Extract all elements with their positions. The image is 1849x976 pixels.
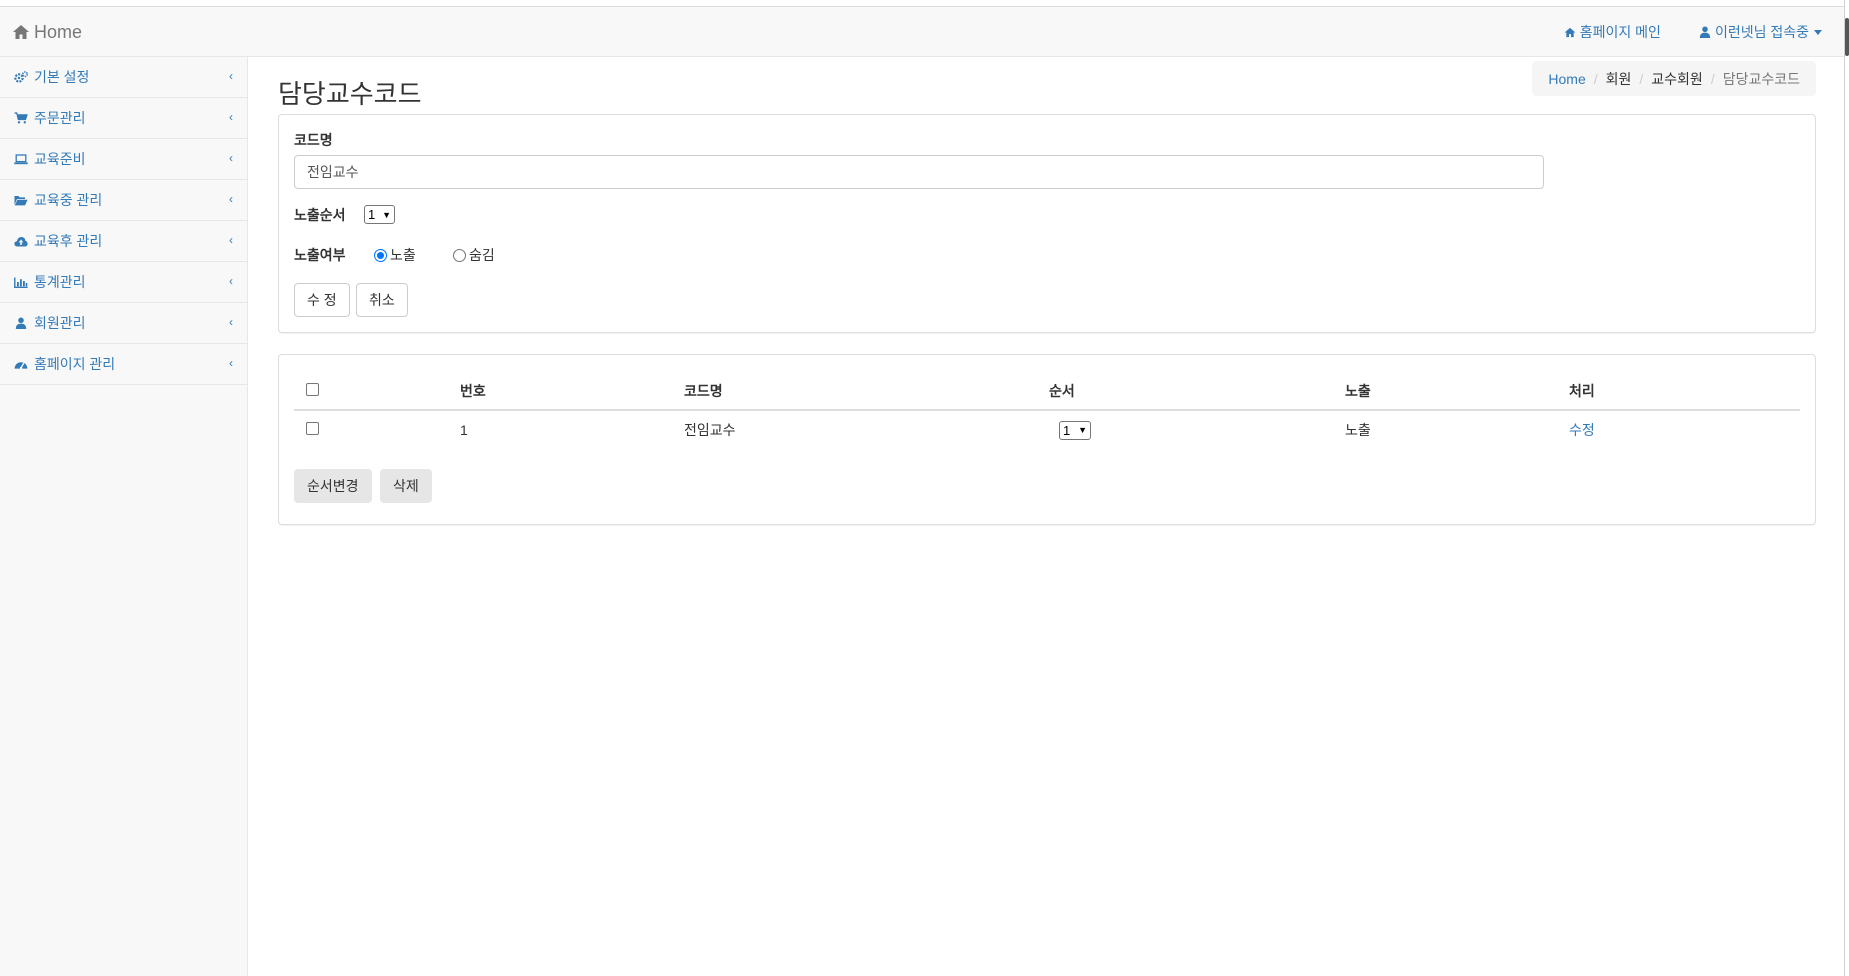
row-visible: 노출 bbox=[1345, 422, 1371, 438]
sidebar-item-label: 교육중 관리 bbox=[34, 192, 103, 208]
row-select-cell bbox=[294, 410, 460, 449]
header-code-name: 코드명 bbox=[684, 373, 1049, 411]
sidebar-item-after-education[interactable]: 교육후 관리 ‹ bbox=[0, 221, 247, 262]
sidebar-item-member-management[interactable]: 회원관리 ‹ bbox=[0, 303, 247, 344]
sidebar-item-basic-settings[interactable]: 기본 설정 ‹ bbox=[0, 57, 247, 98]
header-order: 순서 bbox=[1049, 373, 1345, 411]
gears-icon bbox=[14, 70, 28, 84]
sidebar-item-label: 주문관리 bbox=[34, 110, 86, 126]
visibility-option-label: 숨김 bbox=[469, 247, 495, 263]
row-order-select[interactable]: 1 ▼ bbox=[1059, 420, 1091, 440]
sidebar-item-label: 통계관리 bbox=[34, 274, 86, 290]
row-checkbox[interactable] bbox=[306, 422, 319, 435]
bar-chart-icon bbox=[14, 275, 28, 289]
user-menu-label: 이런넷님 접속중 bbox=[1714, 24, 1809, 40]
sidebar-item-during-education[interactable]: 교육중 관리 ‹ bbox=[0, 180, 247, 221]
sidebar-item-label: 회원관리 bbox=[34, 315, 86, 331]
laptop-icon bbox=[14, 152, 28, 166]
chevron-down-icon: ▼ bbox=[1078, 425, 1087, 435]
select-all-checkbox[interactable] bbox=[306, 383, 319, 396]
sidebar-item-statistics[interactable]: 통계관리 ‹ bbox=[0, 262, 247, 303]
page-title: 담당교수코드 bbox=[278, 79, 422, 109]
cart-icon bbox=[14, 111, 28, 125]
row-order-cell: 1 ▼ bbox=[1049, 410, 1345, 449]
homepage-main-label: 홈페이지 메인 bbox=[1579, 24, 1661, 40]
row-code-name: 전임교수 bbox=[684, 422, 736, 438]
homepage-main-link[interactable]: 홈페이지 메인 bbox=[1564, 22, 1661, 42]
change-order-button[interactable]: 순서변경 bbox=[294, 469, 372, 503]
brand-home-link[interactable]: Home bbox=[12, 20, 82, 44]
sidebar-item-order-management[interactable]: 주문관리 ‹ bbox=[0, 98, 247, 139]
row-edit-link[interactable]: 수정 bbox=[1569, 422, 1595, 438]
table-header-row: 번호 코드명 순서 노출 처리 bbox=[294, 373, 1800, 411]
row-order-value: 1 bbox=[1063, 422, 1071, 438]
visibility-option-show[interactable]: 노출 bbox=[374, 245, 416, 265]
visibility-radio-show[interactable] bbox=[374, 248, 387, 262]
header-visible: 노출 bbox=[1345, 373, 1569, 411]
header-action: 처리 bbox=[1569, 373, 1800, 411]
user-icon bbox=[14, 316, 28, 330]
visibility-radio-hide[interactable] bbox=[453, 248, 466, 262]
sidebar-item-label: 홈페이지 관리 bbox=[34, 356, 116, 372]
sidebar: 기본 설정 ‹ 주문관리 ‹ 교육준비 ‹ 교육중 관리 ‹ 교육후 관리 ‹ … bbox=[0, 57, 248, 976]
folder-open-icon bbox=[14, 193, 28, 207]
chevron-left-icon: ‹ bbox=[229, 274, 233, 288]
chevron-left-icon: ‹ bbox=[229, 110, 233, 124]
visibility-option-label: 노출 bbox=[390, 247, 416, 263]
code-name-label: 코드명 bbox=[294, 132, 333, 148]
breadcrumb-item-professor-member: 교수회원 bbox=[1651, 70, 1703, 87]
window-top-strip bbox=[0, 0, 1849, 7]
header-number: 번호 bbox=[460, 373, 684, 411]
visibility-option-hide[interactable]: 숨김 bbox=[453, 245, 495, 265]
sidebar-item-homepage-management[interactable]: 홈페이지 관리 ‹ bbox=[0, 344, 247, 385]
order-label: 노출순서 bbox=[294, 207, 346, 223]
sidebar-item-education-prep[interactable]: 교육준비 ‹ bbox=[0, 139, 247, 180]
cancel-button[interactable]: 취소 bbox=[356, 283, 408, 317]
chevron-left-icon: ‹ bbox=[229, 192, 233, 206]
user-menu-dropdown[interactable]: 이런넷님 접속중 bbox=[1699, 22, 1822, 42]
code-name-input[interactable] bbox=[294, 155, 1544, 189]
breadcrumb-home-link[interactable]: Home bbox=[1548, 71, 1585, 87]
breadcrumb-item-current: 담당교수코드 bbox=[1722, 70, 1800, 87]
row-action-cell: 수정 bbox=[1569, 410, 1800, 449]
chevron-left-icon: ‹ bbox=[229, 151, 233, 165]
dashboard-icon bbox=[14, 357, 28, 371]
user-icon bbox=[1699, 26, 1711, 38]
caret-down-icon bbox=[1814, 29, 1822, 35]
breadcrumb: Home / 회원 / 교수회원 / 담당교수코드 bbox=[1532, 61, 1816, 96]
chevron-left-icon: ‹ bbox=[229, 233, 233, 247]
brand-label: Home bbox=[34, 21, 83, 42]
scrollbar-thumb[interactable] bbox=[1845, 18, 1849, 56]
submit-edit-button[interactable]: 수 정 bbox=[294, 283, 350, 317]
breadcrumb-separator: / bbox=[1710, 70, 1715, 87]
breadcrumb-separator: / bbox=[1639, 70, 1644, 87]
table-row: 1 전임교수 1 ▼ 노출 수정 bbox=[294, 410, 1800, 449]
chevron-left-icon: ‹ bbox=[229, 356, 233, 370]
home-icon bbox=[1564, 27, 1576, 37]
order-select-value: 1 bbox=[368, 207, 376, 222]
breadcrumb-item-member: 회원 bbox=[1605, 70, 1632, 87]
chevron-down-icon: ▼ bbox=[382, 209, 391, 220]
code-list-panel: 번호 코드명 순서 노출 처리 1 전임교수 1 ▼ 노출 수정 순서변경 삭제 bbox=[278, 354, 1816, 525]
chevron-left-icon: ‹ bbox=[229, 315, 233, 329]
row-number: 1 bbox=[460, 422, 468, 438]
home-icon bbox=[13, 25, 29, 39]
breadcrumb-separator: / bbox=[1593, 70, 1598, 87]
header-select-all bbox=[294, 373, 460, 411]
visibility-label: 노출여부 bbox=[294, 247, 346, 263]
top-navbar: Home 홈페이지 메인 이런넷님 접속중 bbox=[0, 7, 1844, 57]
sidebar-item-label: 교육준비 bbox=[34, 151, 86, 167]
code-table: 번호 코드명 순서 노출 처리 1 전임교수 1 ▼ 노출 수정 bbox=[294, 373, 1800, 449]
window-scrollbar[interactable] bbox=[1844, 0, 1849, 976]
chevron-left-icon: ‹ bbox=[229, 69, 233, 83]
cloud-upload-icon bbox=[14, 234, 28, 248]
sidebar-item-label: 기본 설정 bbox=[34, 69, 90, 85]
sidebar-item-label: 교육후 관리 bbox=[34, 233, 103, 249]
order-select[interactable]: 1 ▼ bbox=[364, 205, 395, 224]
edit-form-panel: 코드명 노출순서 1 ▼ 노출여부 노출 숨김 수 정 취소 bbox=[278, 114, 1816, 333]
delete-button[interactable]: 삭제 bbox=[380, 469, 432, 503]
